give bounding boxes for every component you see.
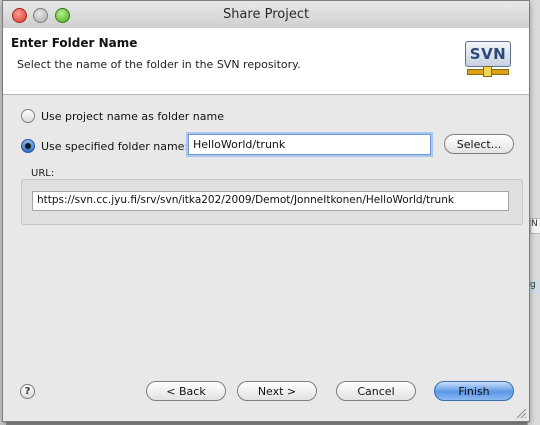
radio-use-project-name[interactable]: Use project name as folder name bbox=[21, 107, 224, 125]
radio-label: Use project name as folder name bbox=[41, 109, 225, 123]
svn-logo-text: SVN bbox=[465, 41, 511, 67]
folder-name-input[interactable] bbox=[188, 134, 431, 155]
share-project-dialog: Share Project Enter Folder Name Select t… bbox=[2, 0, 530, 422]
background-fragment: N bbox=[530, 218, 540, 234]
wizard-header: Enter Folder Name Select the name of the… bbox=[3, 28, 529, 95]
help-icon[interactable]: ? bbox=[20, 384, 35, 399]
svn-logo: SVN bbox=[465, 41, 511, 77]
url-group: https://svn.cc.jyu.fi/srv/svn/itka202/20… bbox=[21, 179, 523, 225]
radio-label: Use specified folder name: bbox=[41, 139, 189, 153]
radio-button-unchecked[interactable] bbox=[21, 109, 35, 123]
title-bar[interactable]: Share Project bbox=[3, 1, 529, 29]
next-button[interactable]: Next > bbox=[237, 381, 317, 401]
page-title: Enter Folder Name bbox=[11, 36, 138, 50]
window-title: Share Project bbox=[222, 7, 310, 22]
back-button[interactable]: < Back bbox=[146, 381, 226, 401]
background-fragment: g bbox=[530, 280, 540, 294]
resize-grip-icon[interactable] bbox=[515, 407, 527, 419]
page-description: Select the name of the folder in the SVN… bbox=[17, 58, 301, 71]
select-folder-button[interactable]: Select... bbox=[444, 134, 514, 154]
cancel-button[interactable]: Cancel bbox=[336, 381, 416, 401]
url-label: URL: bbox=[31, 168, 55, 179]
url-field: https://svn.cc.jyu.fi/srv/svn/itka202/20… bbox=[32, 191, 509, 211]
finish-button[interactable]: Finish bbox=[434, 381, 514, 401]
radio-button-checked[interactable] bbox=[21, 139, 35, 153]
radio-use-specified-name[interactable]: Use specified folder name: bbox=[21, 137, 188, 155]
svn-logo-knob bbox=[483, 66, 492, 77]
